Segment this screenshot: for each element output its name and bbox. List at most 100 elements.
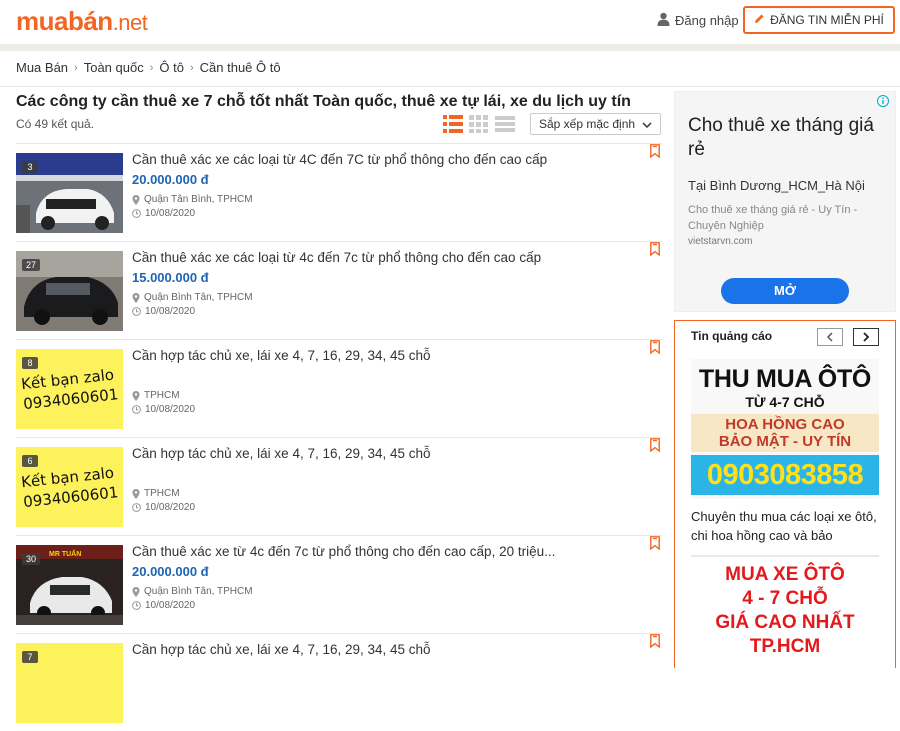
- listing-date: 10/08/2020: [132, 600, 195, 611]
- breadcrumb-item-current[interactable]: Cần thuê Ô tô: [200, 60, 281, 75]
- ad-description: Cho thuê xe tháng giá rẻ - Uy Tín - Chuy…: [688, 204, 858, 232]
- listing-location: Quận Bình Tân, TPHCM: [132, 292, 253, 303]
- listing-price: 20.000.000 đ: [132, 564, 209, 579]
- breadcrumb-item-home[interactable]: Mua Bán: [16, 60, 68, 75]
- listing-thumbnail[interactable]: Kết bạn zalo 0934060601 8: [16, 349, 123, 429]
- login-label: Đăng nhập: [675, 13, 739, 28]
- listing-title[interactable]: Cần hợp tác chủ xe, lái xe 4, 7, 16, 29,…: [132, 446, 431, 461]
- user-icon: [657, 12, 670, 29]
- listing-title[interactable]: Cần thuê xác xe từ 4c đến 7c từ phổ thôn…: [132, 544, 555, 559]
- photo-count-badge: 7: [22, 651, 38, 663]
- chevron-right-icon: ›: [74, 61, 78, 74]
- site-logo[interactable]: muabán.net: [16, 6, 148, 37]
- ad-open-button[interactable]: MỞ: [721, 278, 849, 304]
- listing-date: 10/08/2020: [132, 208, 195, 219]
- bookmark-icon[interactable]: [650, 634, 660, 653]
- banner-line: 4 - 7 CHỖ: [742, 588, 828, 609]
- sort-select-value: Sắp xếp mặc định: [539, 117, 636, 131]
- photo-count-badge: 6: [22, 455, 38, 467]
- clock-icon: [132, 405, 141, 414]
- map-pin-icon: [132, 488, 140, 499]
- listing-item[interactable]: 7 Cần hợp tác chủ xe, lái xe 4, 7, 16, 29…: [16, 633, 662, 731]
- prev-button[interactable]: [817, 328, 843, 346]
- banner-line: TP.HCM: [749, 636, 821, 657]
- listing-thumbnail[interactable]: 3: [16, 153, 123, 233]
- map-pin-icon: [132, 194, 140, 205]
- next-button[interactable]: [853, 328, 879, 346]
- page-title: Các công ty cần thuê xe 7 chỗ tốt nhất T…: [16, 93, 631, 110]
- chevron-right-icon: [863, 332, 870, 342]
- bookmark-icon[interactable]: [650, 242, 660, 261]
- logo-tld: .net: [112, 10, 148, 35]
- listing-list: 3 Cần thuê xác xe các loại từ 4C đến 7C t…: [16, 143, 662, 731]
- clock-icon: [132, 209, 141, 218]
- banner-phone: 0903083858: [691, 455, 879, 495]
- breadcrumb-divider: [0, 86, 900, 87]
- banner-line: GIÁ CAO NHẤT: [715, 612, 855, 633]
- list-view-icon[interactable]: [443, 114, 463, 134]
- view-switcher: [443, 114, 515, 134]
- map-pin-icon: [132, 586, 140, 597]
- bookmark-icon[interactable]: [650, 340, 660, 359]
- banner-line: TỪ 4-7 CHỖ: [745, 394, 825, 410]
- listing-location: Quận Tân Bình, TPHCM: [132, 194, 253, 205]
- ad-info-icon[interactable]: [877, 94, 889, 112]
- listing-item[interactable]: Kết bạn zalo 0934060601 6 Cần hợp tác chủ x…: [16, 437, 662, 535]
- breadcrumb-item-region[interactable]: Toàn quốc: [84, 60, 144, 75]
- bookmark-icon[interactable]: [650, 536, 660, 555]
- sponsored-box: Tin quảng cáo THU MUA ÔTÔ TỪ 4-7 CHỖ HOA…: [674, 320, 896, 668]
- post-ad-button[interactable]: ĐĂNG TIN MIỄN PHÍ: [743, 6, 895, 34]
- breadcrumb-item-category[interactable]: Ô tô: [159, 60, 184, 75]
- listing-thumbnail[interactable]: Kết bạn zalo 0934060601 6: [16, 447, 123, 527]
- listing-date: 10/08/2020: [132, 306, 195, 317]
- listing-title[interactable]: Cần thuê xác xe các loại từ 4C đến 7C từ…: [132, 152, 547, 167]
- sort-select[interactable]: Sắp xếp mặc định: [530, 113, 661, 135]
- listing-item[interactable]: MR TUẤN 30 Cần thuê xác xe từ 4c đến 7c từ…: [16, 535, 662, 633]
- clock-icon: [132, 307, 141, 316]
- promo-banner-buy-car-2[interactable]: MUA XE ÔTÔ 4 - 7 CHỖ GIÁ CAO NHẤT TP.HCM: [691, 563, 879, 669]
- listing-location: TPHCM: [132, 488, 180, 499]
- pencil-icon: [754, 13, 765, 27]
- clock-icon: [132, 601, 141, 610]
- ad-url: vietstarvn.com: [688, 236, 753, 247]
- bookmark-icon[interactable]: [650, 438, 660, 457]
- banner-line: THU MUA ÔTÔ: [698, 365, 872, 393]
- listing-date: 10/08/2020: [132, 502, 195, 513]
- listing-thumbnail[interactable]: 27: [16, 251, 123, 331]
- photo-count-badge: 3: [22, 161, 38, 173]
- bookmark-icon[interactable]: [650, 144, 660, 163]
- breadcrumb: Mua Bán › Toàn quốc › Ô tô › Cần thuê Ô …: [16, 60, 281, 75]
- compact-view-icon[interactable]: [495, 114, 515, 134]
- sponsored-heading: Tin quảng cáo: [691, 329, 773, 343]
- chevron-right-icon: ›: [189, 61, 194, 74]
- banner-line: HOA HỒNG CAO: [725, 416, 845, 433]
- listing-title[interactable]: Cần hợp tác chủ xe, lái xe 4, 7, 16, 29,…: [132, 348, 431, 363]
- banner-line: BẢO MẬT - UY TÍN: [718, 433, 852, 450]
- banner-highlight: HOA HỒNG CAO BẢO MẬT - UY TÍN: [691, 414, 879, 452]
- listing-title[interactable]: Cần thuê xác xe các loại từ 4c đến 7c từ…: [132, 250, 541, 265]
- logo-text: muabán: [16, 6, 113, 36]
- listing-item[interactable]: 27 Cần thuê xác xe các loại từ 4c đến 7c …: [16, 241, 662, 339]
- chevron-left-icon: [826, 332, 833, 342]
- login-link[interactable]: Đăng nhập: [657, 12, 739, 29]
- listing-thumbnail[interactable]: MR TUẤN 30: [16, 545, 123, 625]
- promo-caption[interactable]: Chuyên thu mua các loại xe ôtô, chi hoa …: [691, 507, 881, 545]
- promo-banner-buy-car[interactable]: THU MUA ÔTÔ TỪ 4-7 CHỖ HOA HỒNG CAO BẢO M…: [691, 359, 879, 499]
- photo-count-badge: 30: [22, 553, 41, 565]
- photo-count-badge: 8: [22, 357, 38, 369]
- listing-item[interactable]: 3 Cần thuê xác xe các loại từ 4C đến 7C t…: [16, 143, 662, 241]
- listing-thumbnail[interactable]: 7: [16, 643, 123, 723]
- listing-title[interactable]: Cần hợp tác chủ xe, lái xe 4, 7, 16, 29,…: [132, 642, 431, 657]
- grid-view-icon[interactable]: [469, 114, 489, 134]
- listing-price: 15.000.000 đ: [132, 270, 209, 285]
- site-header: muabán.net Đăng nhập ĐĂNG TIN MIỄN PHÍ: [0, 0, 900, 44]
- ad-headline[interactable]: Cho thuê xe tháng giá rẻ: [688, 114, 888, 162]
- listing-price: 20.000.000 đ: [132, 172, 209, 187]
- listing-item[interactable]: Kết bạn zalo 0934060601 8 Cần hợp tác chủ x…: [16, 339, 662, 437]
- map-pin-icon: [132, 390, 140, 401]
- chevron-right-icon: ›: [149, 61, 154, 74]
- result-count: Có 49 kết quả.: [16, 117, 95, 131]
- google-ad[interactable]: Cho thuê xe tháng giá rẻ Tại Bình Dương_…: [674, 91, 896, 312]
- listing-location: TPHCM: [132, 390, 180, 401]
- promo-divider: [691, 555, 879, 557]
